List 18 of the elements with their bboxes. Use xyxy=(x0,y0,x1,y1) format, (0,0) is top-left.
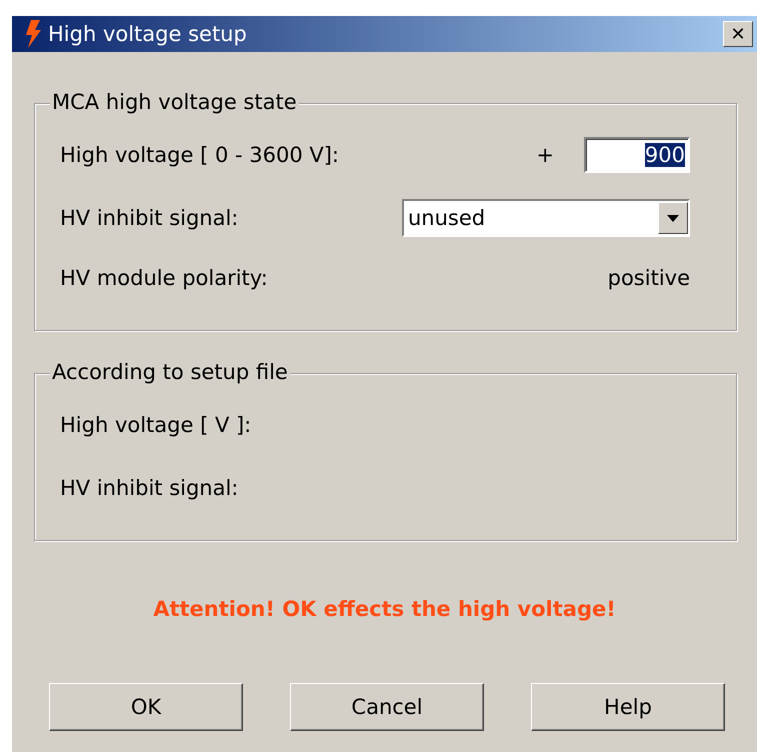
field-label: High voltage [ 0 - 3600 V]: xyxy=(60,143,340,167)
polarity-value: positive xyxy=(608,266,690,290)
window-title: High voltage setup xyxy=(48,22,248,46)
sign-label: + xyxy=(536,143,554,167)
ok-button[interactable]: OK xyxy=(49,683,243,731)
close-button[interactable]: ✕ xyxy=(723,21,753,47)
cancel-button[interactable]: Cancel xyxy=(290,683,484,731)
voltage-input[interactable]: 900 xyxy=(584,137,690,173)
lightning-icon xyxy=(24,20,42,48)
group-title: MCA high voltage state xyxy=(50,90,299,114)
field-label: HV inhibit signal: xyxy=(60,206,240,230)
field-label: HV module polarity: xyxy=(60,266,269,290)
warning-message: Attention! OK effects the high voltage! xyxy=(152,597,617,621)
help-button[interactable]: Help xyxy=(531,683,725,731)
group-title: According to setup file xyxy=(50,360,290,384)
field-label: High voltage [ V ]: xyxy=(60,413,252,437)
field-label: HV inhibit signal: xyxy=(60,476,240,500)
inhibit-dropdown[interactable]: unused xyxy=(402,199,690,237)
